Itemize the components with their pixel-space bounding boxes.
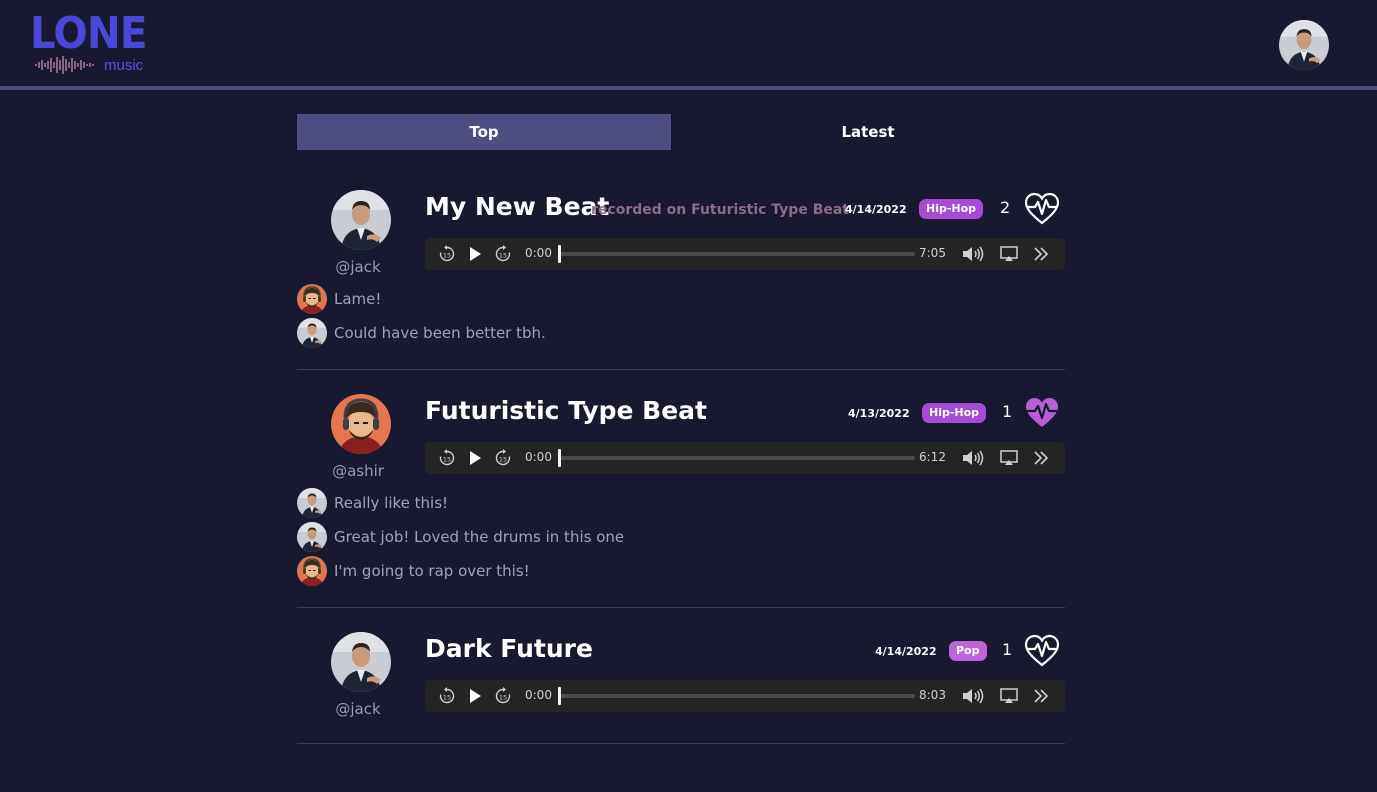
post-date: 4/14/2022	[875, 645, 937, 658]
comment-avatar[interactable]	[297, 556, 327, 586]
post-divider	[297, 369, 1065, 370]
author-avatar[interactable]	[331, 394, 391, 454]
seek-bar[interactable]	[559, 694, 915, 698]
beat-title: Dark Future	[425, 634, 593, 663]
soundwave-icon	[35, 56, 94, 74]
comment-avatar[interactable]	[297, 284, 327, 314]
beat-header: Futuristic Type Beat 4/13/2022 Hip-Hop 1	[425, 396, 1065, 432]
genre-badge: Pop	[949, 641, 987, 661]
play-icon[interactable]	[465, 686, 485, 706]
volume-icon[interactable]	[961, 244, 985, 264]
seek-thumb[interactable]	[558, 245, 561, 263]
duration: 7:05	[919, 246, 946, 260]
genre-badge: Hip-Hop	[919, 199, 984, 219]
comment: Really like this!	[297, 488, 1065, 518]
beat-header: Dark Future 4/14/2022 Pop 1	[425, 634, 1065, 670]
audio-player: 0:00 8:03	[425, 680, 1065, 712]
duration: 8:03	[919, 688, 946, 702]
current-time: 0:00	[525, 246, 552, 260]
comment-avatar[interactable]	[297, 318, 327, 348]
audio-player: 0:00 6:12	[425, 442, 1065, 474]
comment-text: Could have been better tbh.	[334, 324, 546, 342]
rewind-15-icon[interactable]	[437, 244, 457, 264]
volume-icon[interactable]	[961, 448, 985, 468]
beat-header: My New Beat recorded on Futuristic Type …	[425, 192, 1065, 228]
audio-player: 0:00 7:05	[425, 238, 1065, 270]
volume-icon[interactable]	[961, 686, 985, 706]
more-controls-icon[interactable]	[1031, 244, 1051, 264]
logo-subtitle: music	[104, 57, 144, 74]
like-count: 1	[1002, 640, 1013, 659]
logo-word: LONE	[30, 8, 148, 59]
app-logo[interactable]: LONE music	[30, 8, 150, 78]
app-header: LONE music	[0, 0, 1377, 86]
seek-thumb[interactable]	[558, 449, 561, 467]
rewind-15-icon[interactable]	[437, 686, 457, 706]
comment-avatar[interactable]	[297, 488, 327, 518]
comment-text: I'm going to rap over this!	[334, 562, 530, 580]
comment-avatar[interactable]	[297, 522, 327, 552]
post-date: 4/13/2022	[848, 407, 910, 420]
user-avatar[interactable]	[1279, 20, 1329, 70]
comment: I'm going to rap over this!	[297, 556, 1065, 586]
comment-text: Great job! Loved the drums in this one	[334, 528, 625, 546]
airplay-icon[interactable]	[999, 244, 1019, 264]
post-divider	[297, 743, 1065, 744]
seek-thumb[interactable]	[558, 687, 561, 705]
like-count: 1	[1002, 402, 1013, 421]
comment: Could have been better tbh.	[297, 318, 1065, 348]
genre-badge: Hip-Hop	[922, 403, 987, 423]
author-handle[interactable]: @ashir	[317, 462, 399, 480]
heart-pulse-icon[interactable]	[1024, 192, 1060, 226]
comment-text: Really like this!	[334, 494, 449, 512]
play-icon[interactable]	[465, 448, 485, 468]
beat-title: My New Beat	[425, 192, 610, 221]
like-count: 2	[1000, 198, 1011, 217]
play-icon[interactable]	[465, 244, 485, 264]
comment-text: Lame!	[334, 290, 382, 308]
tab-top[interactable]: Top	[297, 114, 671, 150]
current-time: 0:00	[525, 450, 552, 464]
rewind-15-icon[interactable]	[437, 448, 457, 468]
post-divider	[297, 607, 1065, 608]
author-avatar[interactable]	[331, 632, 391, 692]
airplay-icon[interactable]	[999, 448, 1019, 468]
seek-bar[interactable]	[559, 252, 915, 256]
current-time: 0:00	[525, 688, 552, 702]
author-avatar[interactable]	[331, 190, 391, 250]
heart-pulse-filled-icon[interactable]	[1024, 396, 1060, 430]
comment: Lame!	[297, 284, 1065, 314]
forward-15-icon[interactable]	[493, 686, 513, 706]
more-controls-icon[interactable]	[1031, 686, 1051, 706]
more-controls-icon[interactable]	[1031, 448, 1051, 468]
tab-latest[interactable]: Latest	[671, 114, 1065, 150]
post-date: 4/14/2022	[845, 203, 907, 216]
header-divider	[0, 86, 1377, 90]
recorded-on-link[interactable]: recorded on Futuristic Type Beat	[591, 202, 849, 218]
seek-bar[interactable]	[559, 456, 915, 460]
feed-tabs: Top Latest	[297, 114, 1065, 150]
forward-15-icon[interactable]	[493, 448, 513, 468]
beat-title: Futuristic Type Beat	[425, 396, 707, 425]
forward-15-icon[interactable]	[493, 244, 513, 264]
author-handle[interactable]: @jack	[317, 700, 399, 718]
author-handle[interactable]: @jack	[317, 258, 399, 276]
duration: 6:12	[919, 450, 946, 464]
heart-pulse-icon[interactable]	[1024, 634, 1060, 668]
airplay-icon[interactable]	[999, 686, 1019, 706]
comment: Great job! Loved the drums in this one	[297, 522, 1065, 552]
